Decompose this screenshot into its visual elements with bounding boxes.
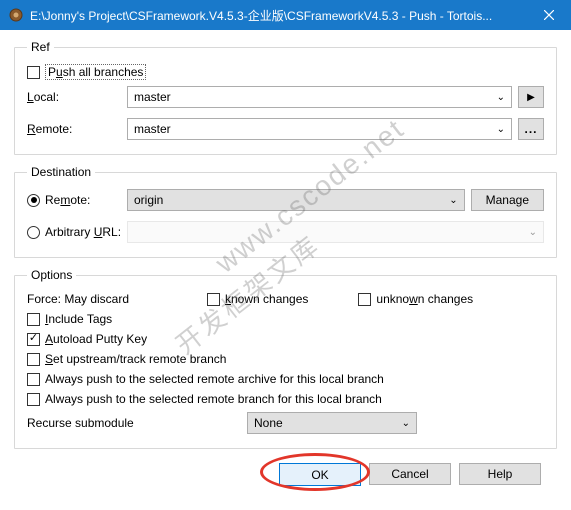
ok-button[interactable]: OK [279, 463, 361, 486]
local-next-button[interactable]: ▶ [518, 86, 544, 108]
remote-browse-button[interactable]: ... [518, 118, 544, 140]
ref-legend: Ref [27, 40, 54, 54]
app-icon [8, 7, 24, 23]
opts-legend: Options [27, 268, 76, 282]
always-branch-check[interactable]: Always push to the selected remote branc… [27, 392, 544, 406]
local-label: Local: [27, 90, 127, 104]
help-button[interactable]: Help [459, 463, 541, 485]
checkbox-icon [27, 353, 40, 366]
local-value: master [134, 90, 497, 104]
remote-label: Remote: [27, 122, 127, 136]
push-all-label: Push all branches [45, 64, 146, 80]
arbitrary-url-radio[interactable]: Arbitrary URL: [27, 225, 127, 239]
recurse-label: Recurse submodule [27, 416, 247, 430]
always-archive-check[interactable]: Always push to the selected remote archi… [27, 372, 544, 386]
dest-legend: Destination [27, 165, 95, 179]
arbitrary-url-label: Arbitrary URL: [45, 225, 121, 239]
checkbox-icon [27, 373, 40, 386]
remote-value: master [134, 122, 497, 136]
chevron-down-icon: ⌄ [402, 418, 410, 429]
footer: OK Cancel Help [14, 459, 557, 486]
push-all-branches-check[interactable]: Push all branches [27, 64, 544, 80]
checkbox-icon [27, 333, 40, 346]
checkbox-icon [27, 313, 40, 326]
dest-remote-label: Remote: [45, 193, 90, 207]
remote-branch-combo[interactable]: master ⌄ [127, 118, 512, 140]
options-group: Options Force: May discard known changes… [14, 268, 557, 449]
dest-remote-value: origin [134, 193, 449, 207]
checkbox-icon [27, 66, 40, 79]
destination-group: Destination Remote: origin ⌄ Manage Arbi… [14, 165, 557, 258]
window-title: E:\Jonny's Project\CSFramework.V4.5.3-企业… [30, 7, 526, 24]
chevron-down-icon: ⌄ [449, 195, 457, 206]
recurse-value: None [254, 416, 402, 430]
checkbox-icon [27, 393, 40, 406]
recurse-combo[interactable]: None ⌄ [247, 412, 417, 434]
unknown-changes-check[interactable]: unknown changes [358, 292, 473, 306]
checkbox-icon [358, 293, 371, 306]
ellipsis-icon: ... [524, 122, 537, 136]
chevron-down-icon: ⌄ [497, 124, 505, 135]
triangle-right-icon: ▶ [527, 92, 535, 103]
manage-button[interactable]: Manage [471, 189, 544, 211]
autoload-putty-check[interactable]: Autoload Putty Key [27, 332, 544, 346]
arbitrary-url-input[interactable]: ⌄ [127, 221, 544, 243]
dest-remote-combo[interactable]: origin ⌄ [127, 189, 465, 211]
known-changes-check[interactable]: known changes [207, 292, 308, 306]
chevron-down-icon: ⌄ [497, 92, 505, 103]
dest-remote-radio[interactable]: Remote: [27, 193, 127, 207]
local-branch-combo[interactable]: master ⌄ [127, 86, 512, 108]
force-label: Force: May discard [27, 292, 157, 306]
chevron-down-icon: ⌄ [529, 227, 537, 238]
set-upstream-check[interactable]: Set upstream/track remote branch [27, 352, 544, 366]
checkbox-icon [207, 293, 220, 306]
cancel-button[interactable]: Cancel [369, 463, 451, 485]
titlebar: E:\Jonny's Project\CSFramework.V4.5.3-企业… [0, 0, 571, 30]
ref-group: Ref Push all branches Local: master ⌄ ▶ … [14, 40, 557, 155]
include-tags-check[interactable]: Include Tags [27, 312, 544, 326]
radio-icon [27, 226, 40, 239]
radio-icon [27, 194, 40, 207]
close-button[interactable] [526, 0, 571, 30]
